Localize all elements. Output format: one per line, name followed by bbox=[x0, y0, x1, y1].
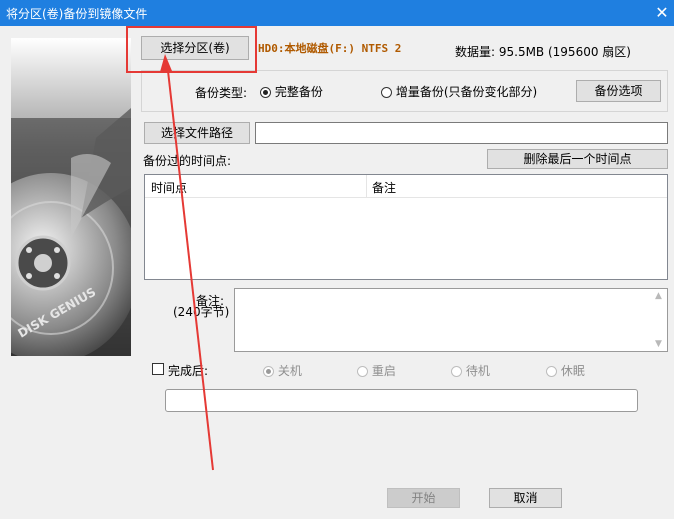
radio-indicator[interactable] bbox=[357, 366, 368, 377]
standby-label: 待机 bbox=[465, 364, 490, 378]
radio-indicator[interactable] bbox=[546, 366, 557, 377]
shutdown-radio[interactable]: 关机 bbox=[263, 362, 302, 379]
hibernate-label: 休眠 bbox=[560, 364, 585, 378]
standby-radio[interactable]: 待机 bbox=[451, 362, 490, 379]
column-header-note[interactable]: 备注 bbox=[372, 179, 396, 196]
list-header: 时间点 备注 bbox=[145, 175, 667, 198]
incremental-backup-label: 增量备份(只备份变化部分) bbox=[395, 85, 538, 99]
diskgenius-logo-image: DISK GENIUS bbox=[11, 38, 131, 356]
incremental-backup-radio[interactable]: 增量备份(只备份变化部分) bbox=[381, 83, 537, 100]
note-scrollbar[interactable]: ▲ ▼ bbox=[653, 289, 667, 351]
after-completion-label: 完成后: bbox=[168, 364, 209, 378]
full-backup-label: 完整备份 bbox=[274, 85, 323, 99]
file-path-input[interactable] bbox=[255, 122, 668, 144]
backup-type-label: 备份类型: bbox=[195, 86, 248, 100]
hard-disk-illustration: DISK GENIUS bbox=[11, 38, 131, 356]
progress-bar bbox=[165, 389, 638, 412]
shutdown-label: 关机 bbox=[277, 364, 302, 378]
select-partition-button[interactable]: 选择分区(卷) bbox=[141, 36, 249, 60]
scroll-up-icon[interactable]: ▲ bbox=[655, 291, 662, 301]
scroll-down-icon[interactable]: ▼ bbox=[655, 339, 662, 349]
note-size-label: (240字节) bbox=[173, 305, 230, 319]
column-header-timepoint[interactable]: 时间点 bbox=[151, 179, 187, 196]
backup-options-button[interactable]: 备份选项 bbox=[576, 80, 661, 102]
title-bar: 将分区(卷)备份到镜像文件 ✕ bbox=[0, 0, 674, 26]
window-title: 将分区(卷)备份到镜像文件 bbox=[6, 7, 148, 21]
cancel-button[interactable]: 取消 bbox=[489, 488, 562, 508]
radio-indicator[interactable] bbox=[451, 366, 462, 377]
select-file-path-button[interactable]: 选择文件路径 bbox=[144, 122, 250, 144]
after-completion-checkbox[interactable] bbox=[152, 363, 164, 375]
restart-radio[interactable]: 重启 bbox=[357, 362, 396, 379]
radio-indicator[interactable] bbox=[260, 87, 271, 98]
column-divider[interactable] bbox=[366, 175, 367, 197]
radio-indicator[interactable] bbox=[263, 366, 274, 377]
timepoints-label: 备份过的时间点: bbox=[143, 154, 232, 168]
timepoints-list[interactable]: 时间点 备注 bbox=[144, 174, 668, 280]
data-size-label: 数据量: 95.5MB (195600 扇区) bbox=[455, 45, 631, 59]
radio-indicator[interactable] bbox=[381, 87, 392, 98]
hibernate-radio[interactable]: 休眠 bbox=[546, 362, 585, 379]
restart-label: 重启 bbox=[371, 364, 396, 378]
full-backup-radio[interactable]: 完整备份 bbox=[260, 83, 323, 100]
delete-last-timepoint-button[interactable]: 删除最后一个时间点 bbox=[487, 149, 668, 169]
selected-partition-text: HD0:本地磁盘(F:) NTFS 2 bbox=[258, 42, 402, 55]
note-textarea[interactable]: ▲ ▼ bbox=[234, 288, 668, 352]
close-button[interactable]: ✕ bbox=[652, 2, 672, 24]
start-button[interactable]: 开始 bbox=[387, 488, 460, 508]
